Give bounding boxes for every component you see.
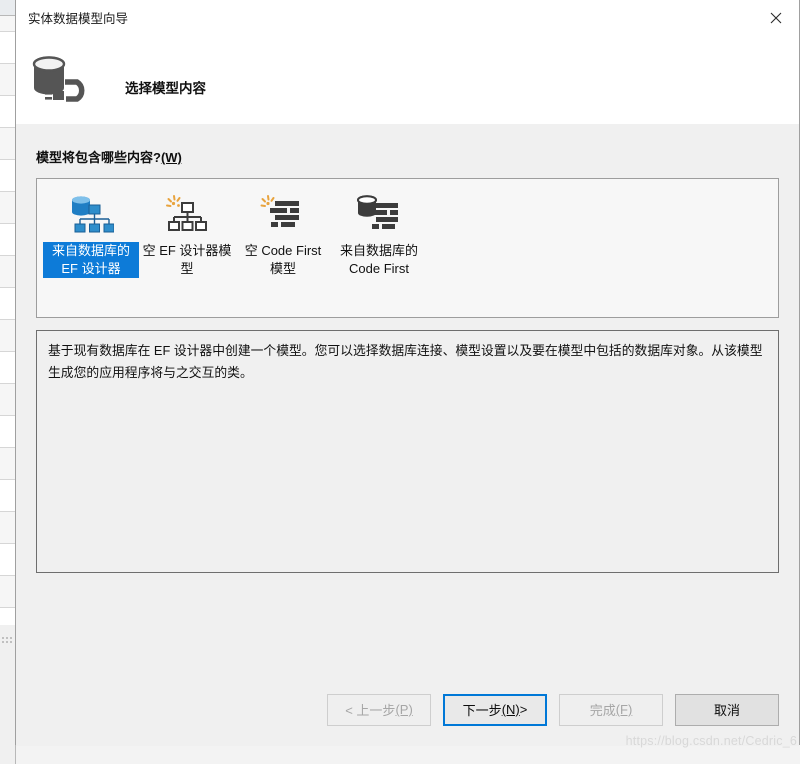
background-grid-row — [0, 32, 15, 64]
background-grid-row — [0, 128, 15, 160]
background-grid-row — [0, 288, 15, 320]
template-item-ef-designer-from-database[interactable]: 来自数据库的 EF 设计器 — [43, 187, 139, 278]
finish-button-accelerator: (F) — [615, 702, 633, 717]
background-grid-header — [0, 0, 16, 16]
background-grid-row — [0, 224, 15, 256]
background-grid — [0, 0, 16, 640]
background-grid-row — [0, 192, 15, 224]
page-title: 选择模型内容 — [125, 80, 206, 96]
dialog-footer: < 上一步 (P) 下一步 (N) > 完成 (F) 取消 https://blog.… — [16, 673, 799, 748]
entity-data-model-wizard-dialog: 实体数据模型向导 选择模型内容 模型将包含哪些内容?(W) 来自数据库的 EF … — [15, 0, 800, 748]
template-list[interactable]: 来自数据库的 EF 设计器 空 EF 设计器模型 空 Code First 模型… — [36, 178, 779, 318]
next-button-suffix: > — [519, 702, 528, 717]
empty-designer-icon — [163, 189, 211, 237]
finish-button-text: 完成 — [589, 703, 616, 718]
template-description-text: 基于现有数据库在 EF 设计器中创建一个模型。您可以选择数据库连接、模型设置以及… — [48, 343, 763, 380]
question-label: 模型将包含哪些内容?(W) — [36, 124, 779, 178]
background-grid-row — [0, 544, 15, 576]
background-grid-row — [0, 352, 15, 384]
close-icon[interactable] — [753, 0, 799, 35]
question-accelerator: (W) — [160, 150, 182, 165]
template-item-label: 空 Code First 模型 — [244, 243, 322, 276]
background-lower-pane — [0, 625, 16, 764]
template-item-empty-ef-designer-model[interactable]: 空 EF 设计器模型 — [139, 187, 235, 278]
dialog-titlebar: 实体数据模型向导 — [16, 0, 799, 35]
background-grid-row — [0, 384, 15, 416]
dialog-header: 选择模型内容 — [16, 35, 799, 124]
background-grid-row — [0, 512, 15, 544]
template-item-empty-code-first-model[interactable]: 空 Code First 模型 — [235, 187, 331, 278]
background-grid-row — [0, 96, 15, 128]
background-grid-row — [0, 448, 15, 480]
background-grid-row — [0, 160, 15, 192]
background-grid-row — [0, 64, 15, 96]
template-description-panel: 基于现有数据库在 EF 设计器中创建一个模型。您可以选择数据库连接、模型设置以及… — [36, 330, 779, 573]
watermark: https://blog.csdn.net/Cedric_6 — [625, 734, 797, 748]
background-grid-row — [0, 576, 15, 608]
template-item-label: 空 EF 设计器模型 — [142, 243, 232, 276]
background-grid-row — [0, 416, 15, 448]
empty-code-first-icon — [259, 189, 307, 237]
question-text: 模型将包含哪些内容? — [36, 150, 161, 165]
background-grid-row — [0, 320, 15, 352]
next-button[interactable]: 下一步 (N) > — [443, 693, 547, 726]
back-button-text: < 上一步 — [345, 703, 396, 718]
back-button[interactable]: < 上一步 (P) — [327, 693, 431, 726]
database-plug-icon — [26, 52, 92, 108]
back-button-accelerator: (P) — [395, 702, 413, 717]
finish-button[interactable]: 完成 (F) — [559, 693, 663, 726]
background-dots-decoration — [2, 637, 12, 643]
template-item-code-first-from-database[interactable]: 来自数据库的 Code First — [331, 187, 427, 278]
next-button-accelerator: (N) — [501, 702, 520, 717]
template-item-label: 来自数据库的 EF 设计器 — [43, 242, 139, 278]
background-grid-row — [0, 480, 15, 512]
cancel-button-text: 取消 — [713, 703, 740, 718]
template-item-label: 来自数据库的 Code First — [339, 243, 418, 276]
background-grid-row — [0, 256, 15, 288]
dialog-body: 模型将包含哪些内容?(W) 来自数据库的 EF 设计器 空 EF 设计器模型 空… — [16, 124, 799, 573]
database-designer-icon — [67, 189, 115, 237]
cancel-button[interactable]: 取消 — [675, 693, 779, 726]
dialog-title: 实体数据模型向导 — [28, 12, 129, 26]
next-button-text: 下一步 — [462, 703, 502, 718]
database-code-first-icon — [355, 189, 403, 237]
